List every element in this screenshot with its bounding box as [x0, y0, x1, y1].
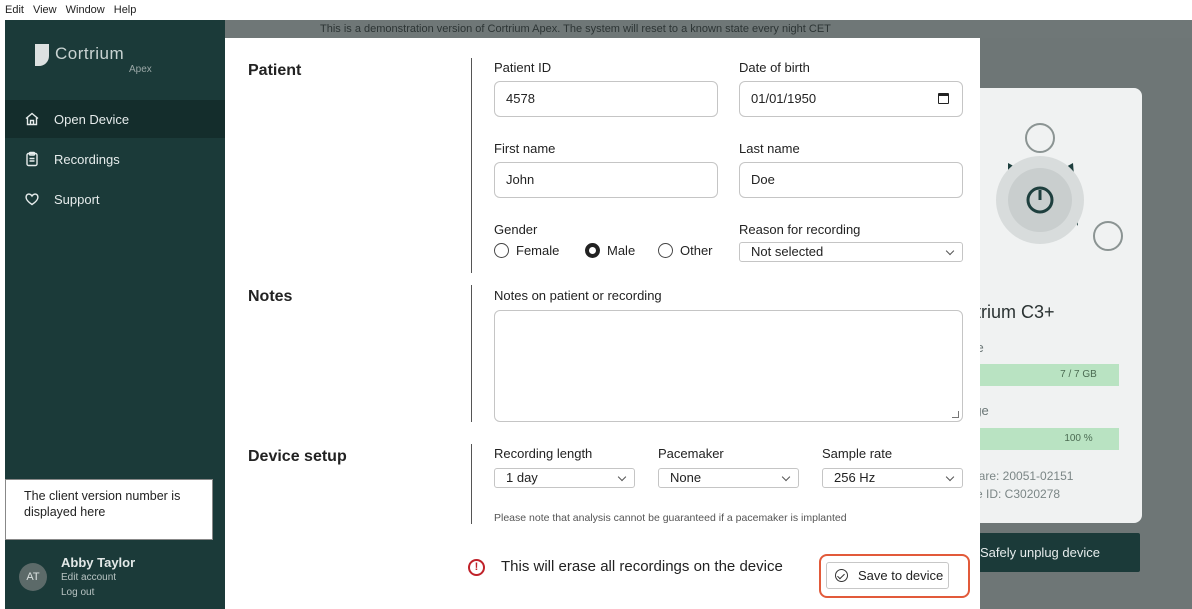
home-icon: [23, 110, 41, 128]
reason-label: Reason for recording: [739, 222, 861, 237]
sidebar-item-recordings[interactable]: Recordings: [5, 140, 225, 178]
last-name-label: Last name: [739, 141, 800, 156]
sample-rate-label: Sample rate: [822, 446, 893, 461]
gender-male-radio[interactable]: Male: [585, 243, 635, 258]
patient-id-input[interactable]: 4578: [494, 81, 718, 117]
pacemaker-value: None: [670, 470, 702, 485]
gender-other-radio[interactable]: Other: [658, 243, 713, 258]
charge-bar: 100 %: [978, 428, 1119, 450]
divider: [471, 58, 472, 273]
pacemaker-select[interactable]: None: [658, 468, 799, 488]
patient-id-label: Patient ID: [494, 60, 552, 75]
reason-select[interactable]: Not selected: [739, 242, 963, 262]
sidebar-item-label: Open Device: [54, 111, 130, 127]
pacemaker-hint: Please note that analysis cannot be guar…: [494, 512, 847, 524]
storage-bar: 7 / 7 GB: [978, 364, 1119, 386]
sidebar-item-open-device[interactable]: Open Device: [5, 100, 225, 138]
gender-label: Gender: [494, 222, 538, 237]
sidebar-item-label: Support: [54, 191, 100, 207]
pacemaker-label: Pacemaker: [658, 446, 724, 461]
radio-label: Other: [680, 243, 713, 258]
save-label: Save to device: [858, 568, 944, 583]
logo-subtitle: Apex: [129, 64, 152, 75]
menu-view[interactable]: View: [33, 4, 57, 16]
recording-length-select[interactable]: 1 day: [494, 468, 635, 488]
menu-window[interactable]: Window: [66, 4, 105, 16]
first-name-input[interactable]: John: [494, 162, 718, 198]
dob-input[interactable]: 01/01/1950: [739, 81, 963, 117]
safely-unplug-button[interactable]: Safely unplug device: [965, 533, 1140, 572]
avatar[interactable]: AT: [19, 563, 47, 591]
dob-label: Date of birth: [739, 60, 810, 75]
sidebar-item-support[interactable]: Support: [5, 180, 225, 218]
chevron-down-icon: [945, 472, 955, 482]
save-to-device-button[interactable]: Save to device: [826, 562, 949, 589]
device-id-text: ce ID: C3020278: [970, 487, 1061, 501]
notes-label: Notes on patient or recording: [494, 288, 662, 303]
dob-value: 01/01/1950: [751, 91, 817, 106]
divider: [471, 444, 472, 524]
section-device-setup: Device setup: [248, 448, 347, 465]
radio-unchecked-icon: [658, 243, 673, 258]
radio-label: Male: [607, 243, 636, 258]
logo-mark-icon: [35, 44, 49, 66]
sample-rate-value: 256 Hz: [834, 470, 876, 485]
calendar-icon[interactable]: [938, 93, 949, 104]
menu-help[interactable]: Help: [114, 4, 137, 16]
sample-rate-select[interactable]: 256 Hz: [822, 468, 963, 488]
warning-icon: !: [468, 559, 485, 576]
chevron-down-icon: [945, 246, 955, 256]
notes-textarea[interactable]: [494, 310, 963, 422]
radio-unchecked-icon: [494, 243, 509, 258]
device-title: rtrium C3+: [970, 302, 1055, 322]
chevron-down-icon: [617, 472, 627, 482]
clipboard-icon: [23, 150, 41, 168]
section-notes: Notes: [248, 288, 293, 305]
recording-length-label: Recording length: [494, 446, 593, 461]
radio-checked-icon: [585, 243, 600, 258]
demo-banner: This is a demonstration version of Cortr…: [225, 20, 1192, 38]
device-image-icon: [996, 123, 1123, 251]
gender-female-radio[interactable]: Female: [494, 243, 559, 258]
chevron-down-icon: [781, 472, 791, 482]
menu-bar: Edit View Window Help: [0, 0, 1192, 20]
client-version-tooltip: The client version number is displayed h…: [5, 479, 213, 540]
logo-text: Cortrium: [55, 44, 125, 63]
recording-length-value: 1 day: [506, 470, 538, 485]
check-circle-icon: [835, 569, 848, 582]
reason-value: Not selected: [751, 244, 824, 259]
log-out-link[interactable]: Log out: [61, 587, 94, 598]
resize-handle-icon[interactable]: [952, 411, 959, 418]
edit-account-link[interactable]: Edit account: [61, 572, 116, 583]
section-patient: Patient: [248, 62, 302, 79]
first-name-label: First name: [494, 141, 556, 156]
sidebar-item-label: Recordings: [54, 151, 120, 167]
heart-icon: [23, 190, 41, 208]
menu-edit[interactable]: Edit: [5, 4, 24, 16]
firmware-text: ware: 20051-02151: [970, 469, 1074, 483]
divider: [471, 285, 472, 422]
erase-warning: This will erase all recordings on the de…: [501, 558, 783, 575]
last-name-input[interactable]: Doe: [739, 162, 963, 198]
user-name: Abby Taylor: [61, 555, 136, 570]
radio-label: Female: [516, 243, 560, 258]
patient-form-dialog: Patient Patient ID 4578 Date of birth 01…: [225, 38, 980, 609]
